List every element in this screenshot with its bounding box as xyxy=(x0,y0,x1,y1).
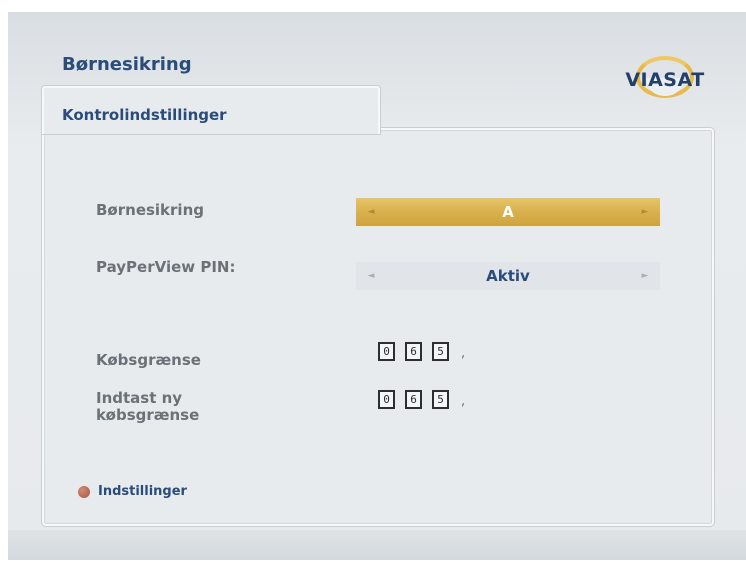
new-purchase-limit-label: Indtast ny købsgrænse xyxy=(96,390,199,424)
purchase-limit-field[interactable]: 0 6 5 , xyxy=(378,342,465,361)
decimal-separator: , xyxy=(461,394,466,409)
settings-panel xyxy=(42,128,714,526)
settings-hint-label: Indstillinger xyxy=(98,484,187,499)
new-purchase-limit-label-line1: Indtast ny xyxy=(96,389,183,407)
logo-text: VIASAT xyxy=(625,69,705,91)
red-button-icon xyxy=(78,485,90,498)
parental-lock-selector[interactable]: ◄ A ► xyxy=(356,198,660,226)
ppv-pin-selector[interactable]: ◄ Aktiv ► xyxy=(356,262,660,290)
screen-bottom-band xyxy=(8,530,746,560)
digit-box[interactable]: 5 xyxy=(432,390,449,409)
viasat-logo: VIASAT xyxy=(606,56,724,100)
arrow-left-icon[interactable]: ◄ xyxy=(366,262,376,290)
ppv-pin-value: Aktiv xyxy=(486,267,530,285)
parental-lock-label: Børnesikring xyxy=(96,201,204,219)
ppv-pin-label: PayPerView PIN: xyxy=(96,258,236,276)
purchase-limit-label: Købsgrænse xyxy=(96,351,201,369)
parental-lock-value: A xyxy=(502,203,514,221)
digit-box[interactable]: 0 xyxy=(378,390,395,409)
decimal-separator: , xyxy=(461,346,466,361)
digit-box[interactable]: 5 xyxy=(432,342,449,361)
digit-box[interactable]: 0 xyxy=(378,342,395,361)
settings-hint[interactable]: Indstillinger xyxy=(78,484,187,499)
arrow-right-icon[interactable]: ► xyxy=(640,198,650,226)
page-title: Børnesikring xyxy=(62,54,192,75)
arrow-right-icon[interactable]: ► xyxy=(640,262,650,290)
digit-box[interactable]: 6 xyxy=(405,390,422,409)
arrow-left-icon[interactable]: ◄ xyxy=(366,198,376,226)
digit-box[interactable]: 6 xyxy=(405,342,422,361)
new-purchase-limit-field[interactable]: 0 6 5 , xyxy=(378,390,465,409)
new-purchase-limit-label-line2: købsgrænse xyxy=(96,406,200,424)
tab-label: Kontrolindstillinger xyxy=(62,106,227,124)
